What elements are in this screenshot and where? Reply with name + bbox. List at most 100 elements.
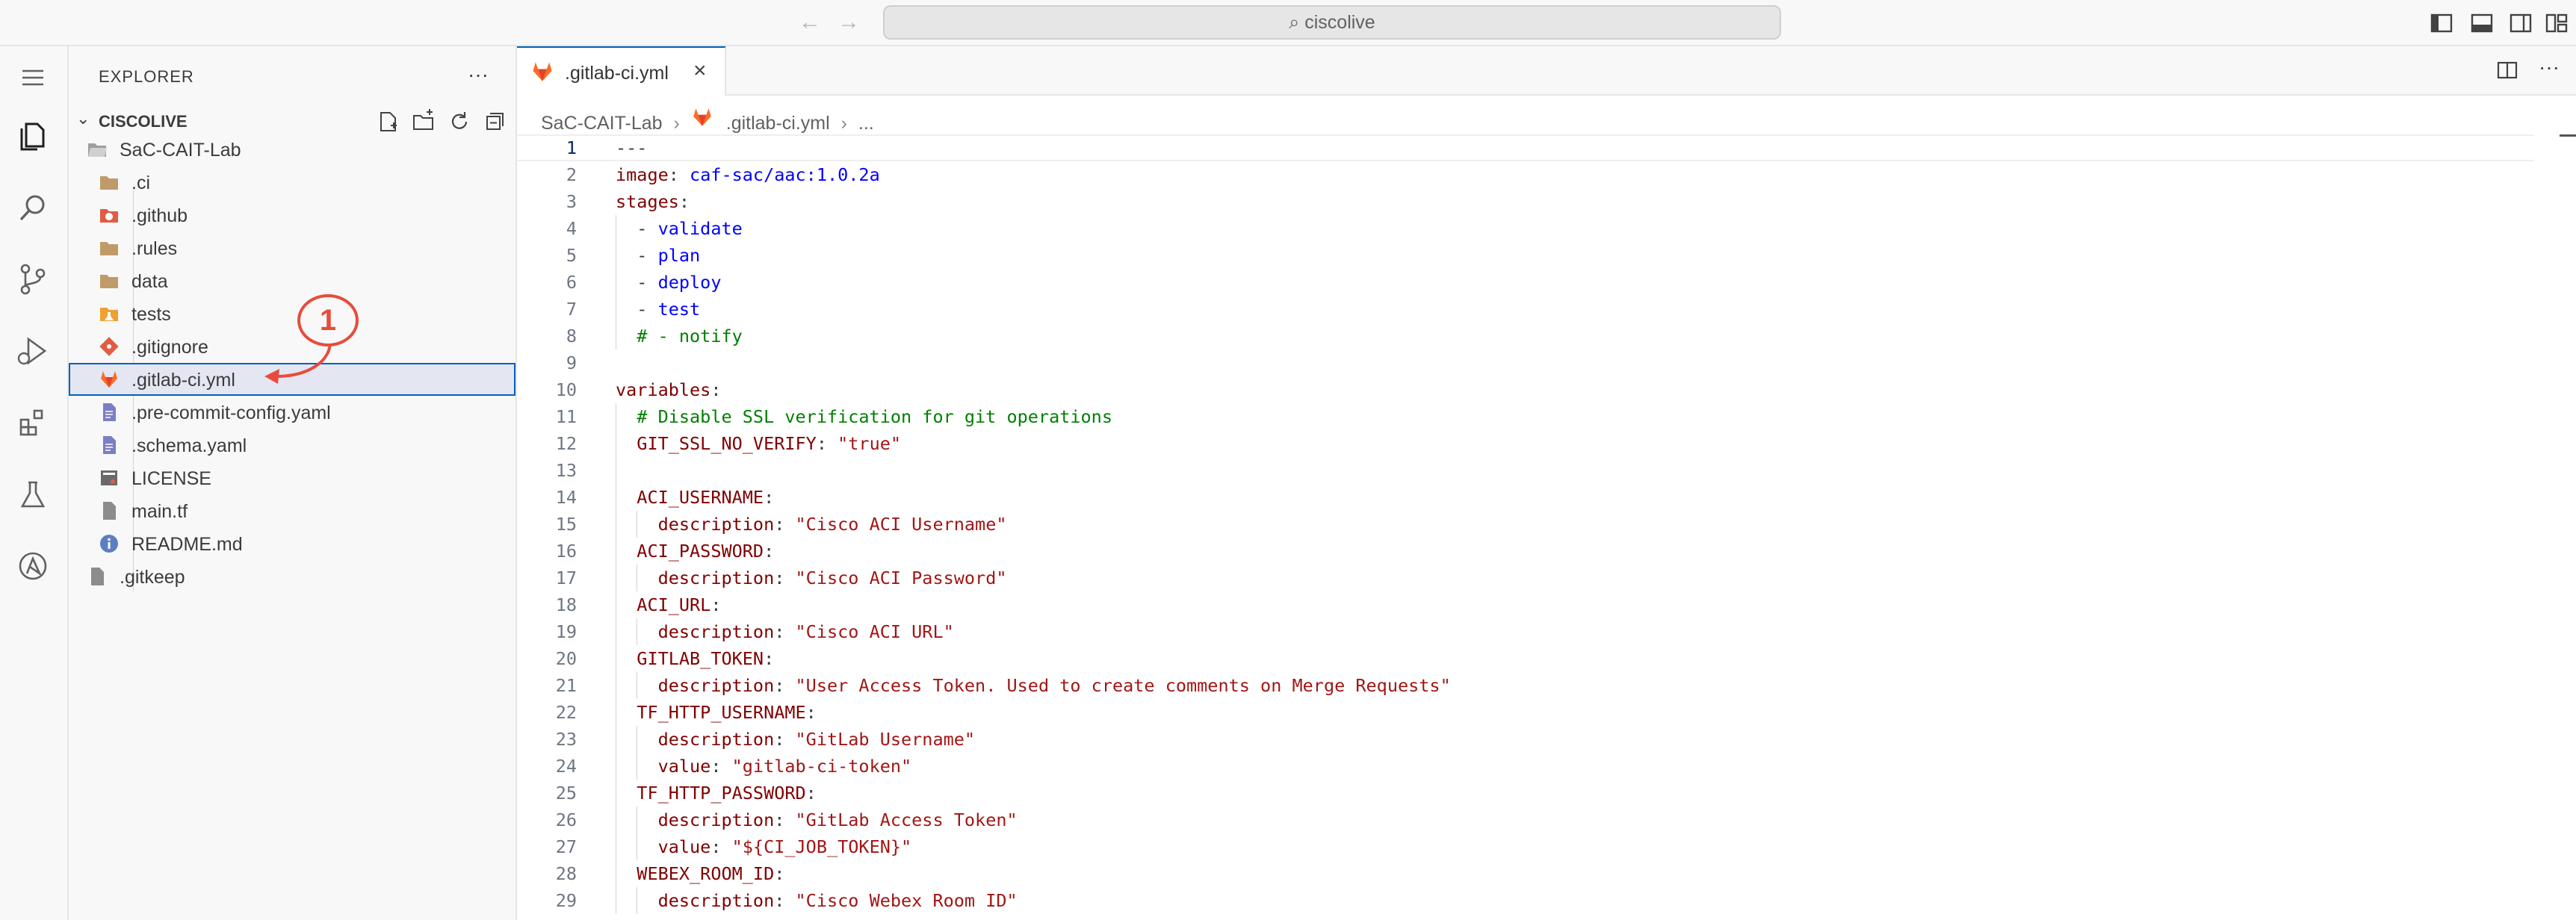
tree-item-label: .gitlab-ci.yml (131, 370, 235, 391)
toggle-secondary-sidebar-icon[interactable] (2507, 10, 2534, 37)
code-line[interactable]: 11 # Disable SSL verification for git op… (517, 403, 2534, 430)
ansible-icon[interactable] (12, 545, 54, 587)
tree-item-github[interactable]: .github (69, 199, 515, 231)
code-line[interactable]: 12 GIT_SSL_NO_VERIFY: "true" (517, 430, 2534, 457)
code-line[interactable]: 23 description: "GitLab Username" (517, 726, 2534, 753)
search-icon[interactable] (12, 187, 54, 229)
code-line[interactable]: 21 description: "User Access Token. Used… (517, 672, 2534, 699)
tree-item-label: main.tf (131, 501, 188, 522)
breadcrumb-folder[interactable]: SaC-CAIT-Lab (541, 113, 663, 134)
explorer-more-actions-button[interactable]: ··· (468, 63, 489, 87)
line-number: 24 (555, 756, 577, 777)
tree-item-main-tf[interactable]: main.tf (69, 494, 515, 527)
collapse-all-icon[interactable] (481, 109, 507, 134)
code-line[interactable]: 4 - validate (517, 215, 2534, 242)
code-line[interactable]: 26 description: "GitLab Access Token" (517, 806, 2534, 833)
tree-item-gitkeep[interactable]: .gitkeep (69, 560, 515, 593)
code-text: description: "Cisco ACI Username" (616, 514, 1007, 535)
menu-icon[interactable] (12, 57, 54, 99)
tree-item-license[interactable]: LICENSE (69, 461, 515, 494)
tree-item-tests[interactable]: tests (69, 297, 515, 330)
line-number: 10 (555, 379, 577, 400)
breadcrumb-symbol[interactable]: ... (858, 113, 874, 134)
code-line[interactable]: 28 WEBEX_ROOM_ID: (517, 860, 2534, 887)
code-line[interactable]: 25 TF_HTTP_PASSWORD: (517, 780, 2534, 806)
extensions-icon[interactable] (12, 402, 54, 444)
run-debug-icon[interactable] (12, 330, 54, 372)
tree-item-ci[interactable]: .ci (69, 166, 515, 199)
editor-more-actions-button[interactable]: ··· (2539, 55, 2560, 79)
code-editor[interactable]: 1 --- 2 image: caf-sac/aac:1.0.2a 3 stages: 4 … (517, 134, 2576, 920)
refresh-icon[interactable] (447, 109, 472, 134)
scrollbar-overview-ruler[interactable] (2560, 134, 2576, 137)
code-text: GITLAB_TOKEN: (616, 648, 775, 669)
code-line[interactable]: 19 description: "Cisco ACI URL" (517, 618, 2534, 645)
code-text: value: "gitlab-ci-token" (616, 756, 912, 777)
tab-gitlab-ci[interactable]: .gitlab-ci.yml × (517, 46, 726, 96)
code-line[interactable]: 8 # - notify (517, 323, 2534, 349)
code-line[interactable]: 18 ACI_URL: (517, 591, 2534, 618)
customize-layout-icon[interactable] (2543, 10, 2570, 37)
code-line[interactable]: 22 TF_HTTP_USERNAME: (517, 699, 2534, 726)
toggle-primary-sidebar-icon[interactable] (2428, 10, 2455, 37)
code-line[interactable]: 24 value: "gitlab-ci-token" (517, 753, 2534, 780)
git-icon (99, 337, 119, 356)
line-number: 19 (555, 621, 577, 642)
line-number: 2 (566, 164, 577, 185)
code-text: # Disable SSL verification for git opera… (616, 406, 1112, 427)
tree-item-pre-commit-config[interactable]: .pre-commit-config.yaml (69, 396, 515, 429)
arrow-left-icon[interactable]: ← (796, 9, 823, 36)
tree-item-readme[interactable]: README.md (69, 527, 515, 560)
new-file-icon[interactable] (375, 109, 400, 134)
tree-item-schema[interactable]: .schema.yaml (69, 429, 515, 461)
line-number: 23 (555, 729, 577, 750)
split-editor-icon[interactable] (2494, 57, 2521, 84)
toggle-panel-icon[interactable] (2468, 10, 2495, 37)
chevron-down-icon: ⌄ (76, 109, 90, 128)
gitlab-icon (693, 108, 711, 126)
line-number: 4 (566, 218, 577, 239)
explorer-icon[interactable] (12, 115, 54, 157)
code-text: description: "GitLab Access Token" (616, 809, 1018, 830)
new-folder-icon[interactable] (411, 109, 436, 134)
source-control-icon[interactable] (12, 258, 54, 300)
code-line[interactable]: 13 (517, 457, 2534, 484)
breadcrumb-file[interactable]: .gitlab-ci.yml (726, 113, 830, 134)
tree-item-label: .schema.yaml (131, 435, 247, 456)
code-line[interactable]: 9 (517, 349, 2534, 376)
line-number: 1 (566, 137, 577, 158)
line-number: 12 (555, 433, 577, 454)
line-number: 8 (566, 326, 577, 346)
code-line[interactable]: 2 image: caf-sac/aac:1.0.2a (517, 161, 2534, 188)
tree-item-sac-cait-lab[interactable]: SaC-CAIT-Lab (69, 133, 515, 166)
info-icon (100, 535, 118, 553)
code-line[interactable]: 20 GITLAB_TOKEN: (517, 645, 2534, 672)
code-text: description: "Cisco ACI Password" (616, 568, 1007, 588)
explorer-title: EXPLORER (99, 67, 194, 86)
code-line[interactable]: 16 ACI_PASSWORD: (517, 538, 2534, 565)
code-line[interactable]: 3 stages: (517, 188, 2534, 215)
code-line[interactable]: 17 description: "Cisco ACI Password" (517, 565, 2534, 591)
code-line[interactable]: 7 - test (517, 296, 2534, 323)
arrow-right-icon[interactable]: → (835, 9, 862, 36)
gitlab-icon (533, 62, 552, 81)
line-number: 7 (566, 299, 577, 320)
command-center-search[interactable]: ⌕ ciscolive (883, 5, 1781, 40)
line-number: 27 (555, 836, 577, 857)
tree-item-rules[interactable]: .rules (69, 231, 515, 264)
code-line[interactable]: 10 variables: (517, 376, 2534, 403)
code-line[interactable]: 15 description: "Cisco ACI Username" (517, 511, 2534, 538)
gitlab-icon (101, 371, 117, 388)
code-line[interactable]: 6 - deploy (517, 269, 2534, 296)
code-text: WEBEX_ROOM_ID: (616, 863, 785, 884)
code-line[interactable]: 14 ACI_USERNAME: (517, 484, 2534, 511)
code-line[interactable]: 1 --- (517, 134, 2534, 161)
code-line[interactable]: 5 - plan (517, 242, 2534, 269)
code-line[interactable]: 27 value: "${CI_JOB_TOKEN}" (517, 833, 2534, 860)
close-icon[interactable]: × (693, 58, 707, 84)
tree-item-label: .gitignore (131, 337, 208, 358)
testing-icon[interactable] (12, 473, 54, 515)
code-text: description: "Cisco ACI URL" (616, 621, 954, 642)
tree-item-data[interactable]: data (69, 264, 515, 297)
code-line[interactable]: 29 description: "Cisco Webex Room ID" (517, 887, 2534, 914)
